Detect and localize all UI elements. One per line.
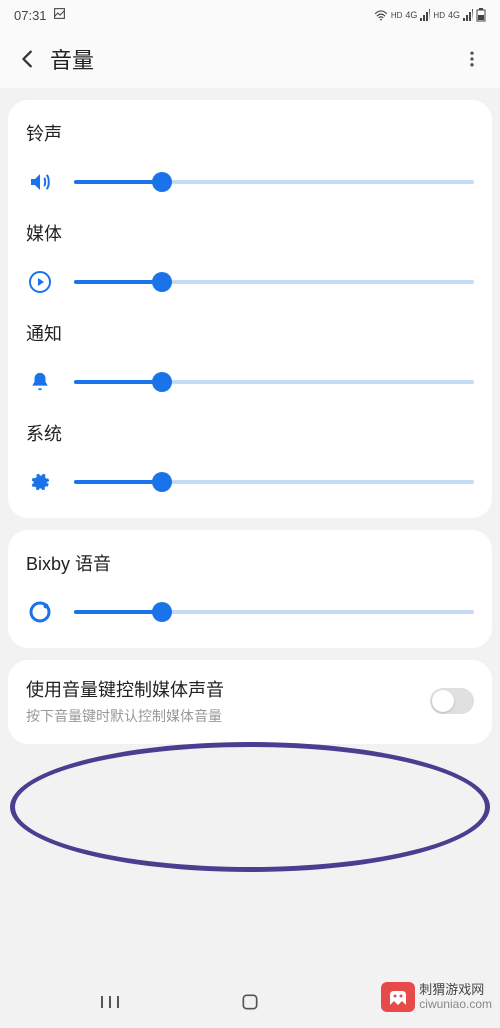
page-title: 音量 bbox=[50, 43, 456, 75]
slider-media-track[interactable] bbox=[74, 280, 474, 284]
media-icon bbox=[26, 268, 54, 296]
media-key-toggle-row[interactable]: 使用音量键控制媒体声音 按下音量键时默认控制媒体音量 bbox=[8, 660, 492, 744]
slider-notification: 通知 bbox=[26, 320, 474, 396]
slider-label: 系统 bbox=[26, 420, 474, 446]
signal-icon bbox=[420, 9, 430, 21]
slider-system: 系统 bbox=[26, 420, 474, 496]
screenshot-icon bbox=[53, 7, 66, 23]
recents-button[interactable] bbox=[98, 990, 122, 1014]
slider-thumb[interactable] bbox=[152, 272, 172, 292]
watermark-icon bbox=[381, 982, 415, 1012]
bixby-icon bbox=[26, 598, 54, 626]
slider-thumb[interactable] bbox=[152, 372, 172, 392]
more-button[interactable] bbox=[456, 43, 488, 75]
toggle-subtitle: 按下音量键时默认控制媒体音量 bbox=[26, 706, 430, 726]
home-button[interactable] bbox=[238, 990, 262, 1014]
slider-ringtone-track[interactable] bbox=[74, 180, 474, 184]
notification-icon bbox=[26, 368, 54, 396]
toggle-knob bbox=[432, 690, 454, 712]
battery-icon bbox=[476, 8, 486, 22]
slider-bixby-track[interactable] bbox=[74, 610, 474, 614]
status-bar: 07:31 HD 4G HD 4G bbox=[0, 0, 500, 30]
back-button[interactable] bbox=[12, 43, 44, 75]
slider-thumb[interactable] bbox=[152, 472, 172, 492]
watermark-url: ciwuniao.com bbox=[419, 998, 492, 1011]
ringtone-icon bbox=[26, 168, 54, 196]
slider-label: Bixby 语音 bbox=[26, 550, 474, 576]
bixby-card: Bixby 语音 bbox=[8, 530, 492, 648]
wifi-icon bbox=[374, 9, 388, 21]
media-key-toggle[interactable] bbox=[430, 688, 474, 714]
highlight-annotation bbox=[10, 742, 490, 872]
app-header: 音量 bbox=[0, 30, 500, 88]
status-indicators: HD 4G HD 4G bbox=[374, 8, 486, 22]
slider-media: 媒体 bbox=[26, 220, 474, 296]
signal-icon bbox=[463, 9, 473, 21]
slider-label: 通知 bbox=[26, 320, 474, 346]
slider-thumb[interactable] bbox=[152, 602, 172, 622]
status-time: 07:31 bbox=[14, 8, 47, 23]
slider-notification-track[interactable] bbox=[74, 380, 474, 384]
system-icon bbox=[26, 468, 54, 496]
slider-label: 铃声 bbox=[26, 120, 474, 146]
watermark-title: 刺猬游戏网 bbox=[419, 983, 492, 997]
slider-system-track[interactable] bbox=[74, 480, 474, 484]
slider-bixby: Bixby 语音 bbox=[26, 550, 474, 626]
volume-sliders-card: 铃声 媒体 bbox=[8, 100, 492, 518]
slider-label: 媒体 bbox=[26, 220, 474, 246]
watermark: 刺猬游戏网 ciwuniao.com bbox=[381, 982, 492, 1012]
toggle-title: 使用音量键控制媒体声音 bbox=[26, 676, 430, 702]
slider-ringtone: 铃声 bbox=[26, 120, 474, 196]
slider-thumb[interactable] bbox=[152, 172, 172, 192]
